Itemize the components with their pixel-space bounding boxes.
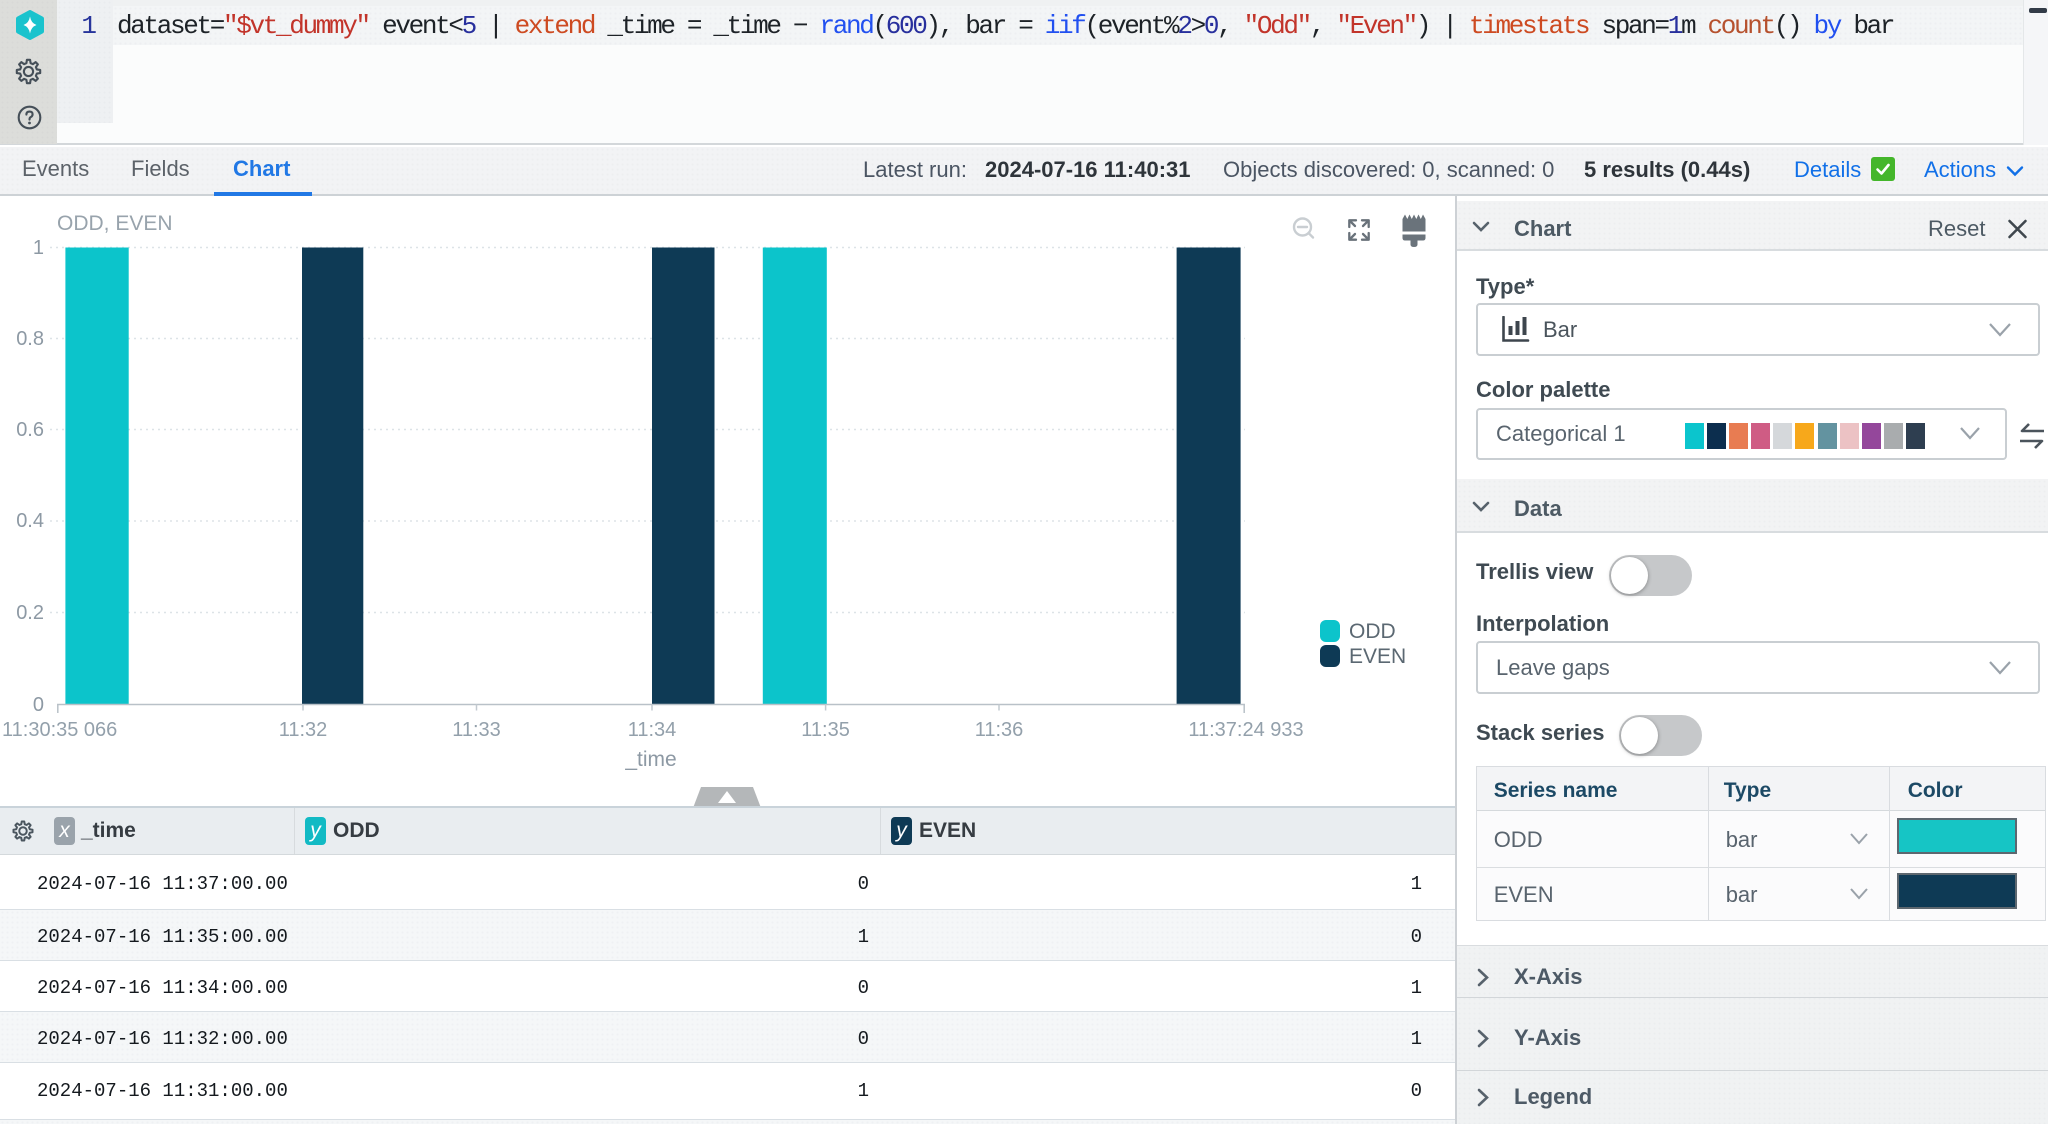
svg-text:1: 1 [33,237,44,259]
svg-text:11:37:24 933: 11:37:24 933 [1188,719,1303,741]
svg-text:11:32: 11:32 [279,719,328,741]
svg-text:11:36: 11:36 [975,719,1024,741]
svg-text:_time: _time [624,748,676,771]
svg-text:11:35: 11:35 [801,719,850,741]
svg-text:0.6: 0.6 [16,419,44,441]
svg-text:11:30:35 066: 11:30:35 066 [2,719,117,741]
svg-text:ODD: ODD [1349,620,1396,643]
svg-text:0: 0 [33,694,44,716]
svg-text:11:34: 11:34 [628,719,677,741]
svg-text:0.2: 0.2 [16,602,44,624]
svg-text:0.4: 0.4 [16,510,44,532]
svg-text:11:33: 11:33 [452,719,501,741]
svg-text:ODD, EVEN: ODD, EVEN [57,212,173,235]
svg-text:0.8: 0.8 [16,328,44,350]
svg-text:EVEN: EVEN [1349,645,1406,668]
